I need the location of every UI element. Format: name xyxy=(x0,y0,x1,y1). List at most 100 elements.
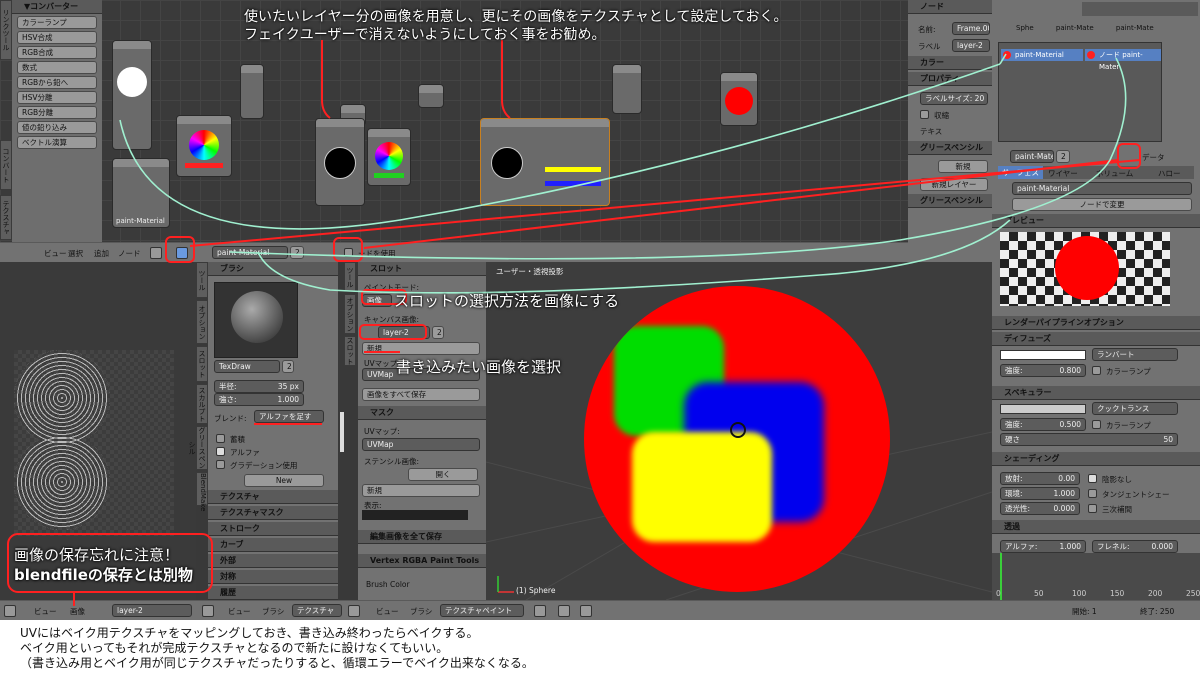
menu-view[interactable]: ビュー xyxy=(34,606,57,617)
accumulate-checkbox[interactable] xyxy=(216,434,225,443)
stroke-section[interactable]: ストローク xyxy=(208,522,338,536)
converter-item[interactable]: HSV分離 xyxy=(17,91,97,104)
texture-section[interactable]: テクスチャ xyxy=(208,490,338,504)
brush-name-field[interactable]: TexDraw xyxy=(214,360,280,373)
radius-field[interactable]: 半径: 35 px xyxy=(214,380,304,393)
vtab-slots[interactable]: スロット xyxy=(196,346,208,382)
node-section-header[interactable]: ノード xyxy=(908,0,992,14)
canvas-new-button[interactable]: 新規 xyxy=(362,342,480,355)
curve-section[interactable]: カーブ xyxy=(208,538,338,552)
mask-section[interactable]: マスク xyxy=(358,406,486,420)
converter-item[interactable]: ベクトル演算 xyxy=(17,136,97,149)
tab-halo[interactable]: ハロー xyxy=(1158,168,1181,179)
slots-header[interactable]: スロット xyxy=(358,262,486,276)
3d-cursor-icon[interactable] xyxy=(730,422,746,438)
menu-select[interactable]: 選択 xyxy=(68,248,83,259)
fresnel-field[interactable]: フレネル: 0.000 xyxy=(1092,540,1178,553)
converter-item[interactable]: RGB分離 xyxy=(17,106,97,119)
strength-field[interactable]: 強さ: 1.000 xyxy=(214,393,304,406)
stencil-open-button[interactable]: 開く xyxy=(408,468,478,481)
node-frame-black-1[interactable] xyxy=(315,118,365,206)
node-label-field[interactable]: layer-2 xyxy=(952,39,990,52)
shadeless-checkbox[interactable] xyxy=(1088,474,1097,483)
slot-item-1[interactable]: paint-Material xyxy=(1001,49,1083,61)
vtab-slot-slots[interactable]: スロット xyxy=(344,336,356,366)
mode-dropdown[interactable]: テクスチャペイント xyxy=(440,604,524,617)
shrink-checkbox[interactable] xyxy=(920,110,929,119)
editor-type-icon[interactable] xyxy=(348,605,360,617)
transparency-section[interactable]: 透過 xyxy=(992,520,1200,534)
specular-ramp-checkbox[interactable] xyxy=(1092,420,1101,429)
specular-intensity-field[interactable]: 強度: 0.500 xyxy=(1000,418,1086,431)
grease-section[interactable]: グリースペンシル xyxy=(908,141,992,155)
tab-surface[interactable]: サーフェス xyxy=(998,166,1044,179)
material-datablock-field[interactable]: paint-Mate xyxy=(1010,150,1054,163)
image-name-field[interactable]: layer-2 xyxy=(112,604,192,617)
node-name-field[interactable]: Frame.00 xyxy=(952,22,990,35)
display-color-bar[interactable] xyxy=(362,510,468,520)
material-icon[interactable] xyxy=(176,247,188,259)
grease-section-2[interactable]: グリースペンシル xyxy=(908,194,992,208)
node-image-white[interactable] xyxy=(112,40,152,150)
gradient-checkbox[interactable] xyxy=(216,460,225,469)
new-layer-button[interactable]: 新規レイヤー xyxy=(920,178,988,191)
cubic-checkbox[interactable] xyxy=(1088,504,1097,513)
ambient-field[interactable]: 環境: 1.000 xyxy=(1000,487,1080,500)
vtab-link[interactable]: リンクツール xyxy=(0,0,12,60)
external-section[interactable]: 外部 xyxy=(208,554,338,568)
converter-header[interactable]: ▼コンバーター xyxy=(12,0,102,14)
slot-item-2[interactable]: ノード paint-Mater xyxy=(1085,49,1161,71)
pivot-icon[interactable] xyxy=(558,605,570,617)
data-dropdown[interactable]: データ xyxy=(1142,152,1165,163)
mask-uvmap-dropdown[interactable]: UVMap xyxy=(362,438,480,451)
converter-item[interactable]: HSV合成 xyxy=(17,31,97,44)
edit-save-section[interactable]: 編集画像を全て保存 xyxy=(358,530,486,544)
history-section[interactable]: 履歴 xyxy=(208,586,338,600)
vertex-tools-section[interactable]: Vertex RGBA Paint Tools xyxy=(358,554,486,568)
converter-item[interactable]: 値の鉛り込み xyxy=(17,121,97,134)
vtab-tools[interactable]: ツール xyxy=(196,262,208,298)
vtab-texture[interactable]: テクスチャ xyxy=(0,195,12,240)
color-section[interactable]: カラー xyxy=(908,56,992,70)
menu-view[interactable]: ビュー xyxy=(44,248,67,259)
node-frame-black-2[interactable] xyxy=(480,118,610,206)
alpha-checkbox[interactable] xyxy=(216,447,225,456)
render-pipeline-section[interactable]: レンダーパイプラインオプション xyxy=(992,316,1200,330)
use-nodes-checkbox[interactable] xyxy=(344,248,353,257)
specular-section[interactable]: スペキュラー xyxy=(992,386,1200,400)
convert-nodes-button[interactable]: ノードで変更 xyxy=(1012,198,1192,211)
menu-brush[interactable]: ブラシ xyxy=(410,606,432,617)
layers-icon[interactable] xyxy=(580,605,592,617)
specular-shader-dropdown[interactable]: クックトランス xyxy=(1092,402,1178,415)
shading-icon[interactable] xyxy=(534,605,546,617)
mode-dropdown[interactable]: テクスチャ xyxy=(292,604,342,617)
brush-preview[interactable] xyxy=(214,282,298,358)
vtab-grease[interactable]: グリースペンシル xyxy=(188,426,208,470)
node-mix-4[interactable] xyxy=(612,64,642,114)
symmetry-section[interactable]: 対称 xyxy=(208,570,338,584)
timeline[interactable]: 0 50 100 150 200 250 xyxy=(992,553,1200,600)
menu-add[interactable]: 追加 xyxy=(94,248,109,259)
converter-item[interactable]: カラーランプ xyxy=(17,16,97,29)
blend-dropdown[interactable]: アルファを足す xyxy=(254,410,324,423)
canvas-image-field[interactable]: layer-2 xyxy=(378,326,430,339)
menu-view[interactable]: ビュー xyxy=(228,606,251,617)
node-mix-1[interactable] xyxy=(240,64,264,119)
shader-type-icon[interactable] xyxy=(150,247,162,259)
tab-wire[interactable]: ワイヤー xyxy=(1048,168,1078,179)
end-label[interactable]: 終了: 250 xyxy=(1140,606,1174,617)
menu-view[interactable]: ビュー xyxy=(376,606,399,617)
menu-image[interactable]: 画像 xyxy=(70,606,85,617)
converter-item[interactable]: RGBから鉛へ xyxy=(17,76,97,89)
diffuse-section[interactable]: ディフューズ xyxy=(992,332,1200,346)
menu-node[interactable]: ノード xyxy=(118,248,141,259)
tangent-checkbox[interactable] xyxy=(1088,489,1097,498)
material-slot-list[interactable]: paint-Material ノード paint-Mater xyxy=(998,42,1162,142)
3d-viewport[interactable]: ユーザー・透視投影 (1) Sphere xyxy=(486,262,992,600)
brush-header[interactable]: ブラシ xyxy=(208,262,338,276)
node-image-texture[interactable]: paint-Material xyxy=(112,158,170,228)
specular-color-swatch[interactable] xyxy=(1000,404,1086,414)
diffuse-intensity-field[interactable]: 強度: 0.800 xyxy=(1000,364,1086,377)
node-user-count[interactable]: 2 xyxy=(290,246,304,259)
properties-section[interactable]: プロパティ xyxy=(908,72,992,86)
